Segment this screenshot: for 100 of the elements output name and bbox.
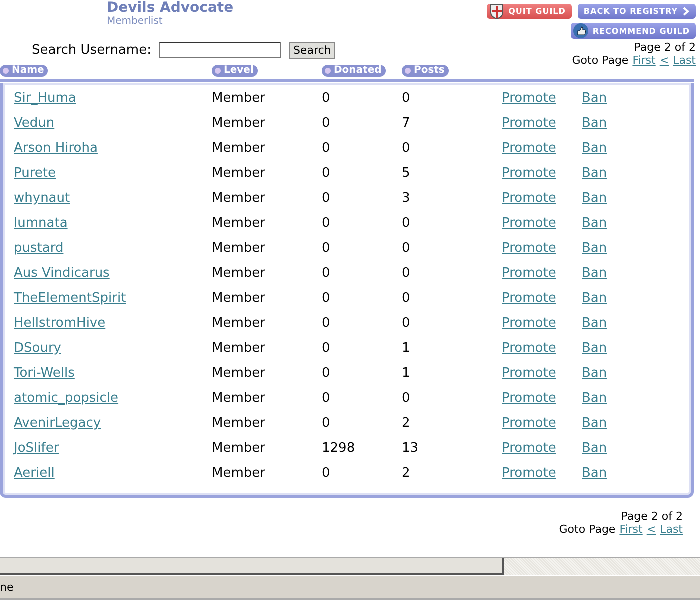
ban-link[interactable]: Ban	[582, 91, 608, 106]
member-name-link[interactable]: Purete	[14, 166, 56, 181]
page-link[interactable]: Last	[660, 523, 683, 536]
page-link[interactable]: First	[632, 54, 656, 67]
column-header: Donated	[322, 65, 386, 77]
donated-cell: 0	[322, 91, 330, 106]
ban-link[interactable]: Ban	[582, 191, 608, 206]
level-cell: Member	[212, 391, 266, 406]
level-cell: Member	[212, 366, 266, 381]
promote-link[interactable]: Promote	[502, 416, 556, 431]
ban-link[interactable]: Ban	[582, 216, 608, 231]
page-link[interactable]: First	[620, 523, 643, 536]
member-name-link[interactable]: DSoury	[14, 341, 62, 356]
quit-guild-button[interactable]: QUIT GUILD	[486, 4, 572, 19]
member-name-link[interactable]: lumnata	[14, 216, 68, 231]
promote-link[interactable]: Promote	[502, 466, 556, 481]
posts-cell: 0	[402, 241, 410, 256]
promote-link[interactable]: Promote	[502, 391, 556, 406]
donated-cell: 0	[322, 116, 330, 131]
posts-cell: 13	[402, 441, 419, 456]
guild-title: Devils Advocate	[107, 0, 234, 16]
member-name-link[interactable]: Aus Vindicarus	[14, 266, 110, 281]
donated-cell: 0	[322, 141, 330, 156]
promote-link[interactable]: Promote	[502, 191, 556, 206]
column-header: Posts	[402, 65, 449, 77]
shield-icon	[488, 4, 505, 20]
ban-link[interactable]: Ban	[582, 266, 608, 281]
member-name-link[interactable]: JoSlifer	[14, 441, 60, 456]
recommend-guild-button[interactable]: RECOMMEND GUILD	[570, 23, 696, 39]
member-name-link[interactable]: TheElementSpirit	[14, 291, 126, 306]
promote-link[interactable]: Promote	[502, 141, 556, 156]
column-header: Name	[0, 65, 48, 77]
page-link[interactable]: <	[646, 523, 656, 536]
column-header: Level	[212, 65, 258, 77]
level-cell: Member	[212, 216, 266, 231]
promote-link[interactable]: Promote	[502, 266, 556, 281]
donated-cell: 0	[322, 316, 330, 331]
promote-link[interactable]: Promote	[502, 291, 556, 306]
promote-link[interactable]: Promote	[502, 91, 556, 106]
level-cell: Member	[212, 191, 266, 206]
member-name-link[interactable]: Sir_Huma	[14, 91, 76, 106]
ban-link[interactable]: Ban	[582, 316, 608, 331]
member-name-link[interactable]: pustard	[14, 241, 64, 256]
promote-link[interactable]: Promote	[502, 316, 556, 331]
ban-link[interactable]: Ban	[582, 141, 608, 156]
member-name-link[interactable]: AvenirLegacy	[14, 416, 102, 431]
goto-page-label: Goto Page	[559, 523, 616, 536]
member-name-link[interactable]: Aeriell	[14, 466, 55, 481]
donated-cell: 0	[322, 241, 330, 256]
level-cell: Member	[212, 291, 266, 306]
posts-cell: 0	[402, 141, 410, 156]
ban-link[interactable]: Ban	[582, 366, 608, 381]
ban-link[interactable]: Ban	[582, 441, 608, 456]
promote-link[interactable]: Promote	[502, 241, 556, 256]
promote-link[interactable]: Promote	[502, 341, 556, 356]
member-name-link[interactable]: HellstromHive	[14, 316, 106, 331]
donated-cell: 1298	[322, 441, 356, 456]
search-field[interactable]	[159, 42, 282, 58]
page-indicator: Page 2 of 2	[621, 510, 683, 523]
donated-cell: 0	[322, 216, 330, 231]
promote-link[interactable]: Promote	[502, 441, 556, 456]
promote-link[interactable]: Promote	[502, 166, 556, 181]
donated-cell: 0	[322, 366, 330, 381]
search-button[interactable]: Search	[289, 42, 336, 58]
ban-link[interactable]: Ban	[582, 166, 608, 181]
level-cell: Member	[212, 466, 266, 481]
ban-link[interactable]: Ban	[582, 341, 608, 356]
member-name-link[interactable]: atomic_popsicle	[14, 391, 119, 406]
page-link[interactable]: Last	[673, 54, 696, 67]
back-to-registry-button[interactable]: BACK TO REGISTRY	[578, 4, 696, 19]
posts-cell: 0	[402, 91, 410, 106]
ban-link[interactable]: Ban	[582, 291, 608, 306]
donated-cell: 0	[322, 266, 330, 281]
posts-cell: 3	[402, 191, 410, 206]
member-name-link[interactable]: Tori-Wells	[14, 366, 75, 381]
level-cell: Member	[212, 241, 266, 256]
ban-link[interactable]: Ban	[582, 116, 608, 131]
ban-link[interactable]: Ban	[582, 241, 608, 256]
donated-cell: 0	[322, 466, 330, 481]
member-name-link[interactable]: Vedun	[14, 116, 55, 131]
ban-link[interactable]: Ban	[582, 391, 608, 406]
member-name-link[interactable]: whynaut	[14, 191, 70, 206]
promote-link[interactable]: Promote	[502, 366, 556, 381]
level-cell: Member	[212, 441, 266, 456]
donated-cell: 0	[322, 191, 330, 206]
member-name-link[interactable]: Arson Hiroha	[14, 141, 98, 156]
search-label: Search Username:	[32, 42, 152, 58]
donated-cell: 0	[322, 291, 330, 306]
page-link[interactable]: <	[660, 54, 670, 67]
posts-cell: 0	[402, 266, 410, 281]
chevron-icon	[682, 7, 690, 16]
status-text: ne	[0, 580, 14, 594]
ban-link[interactable]: Ban	[582, 416, 608, 431]
donated-cell: 0	[322, 166, 330, 181]
posts-cell: 1	[402, 366, 410, 381]
ban-link[interactable]: Ban	[582, 466, 608, 481]
promote-link[interactable]: Promote	[502, 116, 556, 131]
scrollbar-thumb[interactable]	[0, 558, 504, 575]
promote-link[interactable]: Promote	[502, 216, 556, 231]
goto-page-label: Goto Page	[572, 54, 629, 67]
